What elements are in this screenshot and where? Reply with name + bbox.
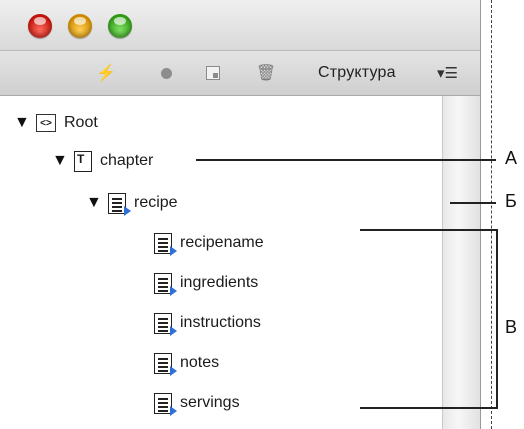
tree-node-servings[interactable]: servings [154,389,240,417]
tree-node-label: ingredients [180,274,259,291]
tree-node-root[interactable]: ▼ <> Root [14,109,98,137]
element-icon [154,312,177,336]
panel-menu-icon[interactable]: ▾☰ [437,64,458,82]
disclosure-triangle-icon[interactable]: ▼ [52,152,74,170]
box-shape [206,66,220,80]
tree-node-label: notes [180,354,220,371]
tree-node-label: instructions [180,314,261,331]
new-element-icon[interactable] [203,63,223,83]
lightning-icon[interactable]: ⚡ [96,63,116,83]
panel-tab-label: Структура [318,64,396,81]
tree-node-instructions[interactable]: instructions [154,309,261,337]
text-glyph: T [77,151,85,166]
tree-node-notes[interactable]: notes [154,349,219,377]
zoom-button[interactable] [108,14,132,38]
title-bar [0,0,480,51]
element-icon [154,232,177,256]
tree-node-label: servings [180,394,240,411]
tree-node-recipename[interactable]: recipename [154,229,264,257]
record-icon[interactable] [156,63,176,83]
element-icon [154,392,177,416]
tree-node-label: recipe [134,194,178,211]
panel-toolbar: ⚡ 🗑 Структура ▾☰ [0,51,480,96]
callout-label-c: В [505,317,518,337]
minimize-button[interactable] [68,14,92,38]
callout-line-b [450,202,496,204]
text-element-icon: T [74,150,92,172]
trash-icon[interactable]: 🗑 [256,63,276,83]
element-icon [154,352,177,376]
tree-node-chapter[interactable]: ▼ T chapter [52,147,153,175]
callout-label-a: А [505,148,518,168]
element-icon [154,272,177,296]
root-element-icon: <> [36,114,56,132]
tree-node-label: Root [64,114,98,131]
tree-node-ingredients[interactable]: ingredients [154,269,258,297]
tree-node-recipe[interactable]: ▼ recipe [86,189,178,217]
callout-label-b: Б [505,191,517,211]
dot-shape [160,67,172,79]
callout-bracket-c [360,229,498,409]
disclosure-triangle-icon[interactable]: ▼ [86,194,108,212]
disclosure-triangle-icon[interactable]: ▼ [14,114,36,132]
callout-line-a [196,159,496,161]
close-button[interactable] [28,14,52,38]
tree-node-label: chapter [100,152,154,169]
tree-node-label: recipename [180,234,264,251]
element-icon [108,192,131,216]
